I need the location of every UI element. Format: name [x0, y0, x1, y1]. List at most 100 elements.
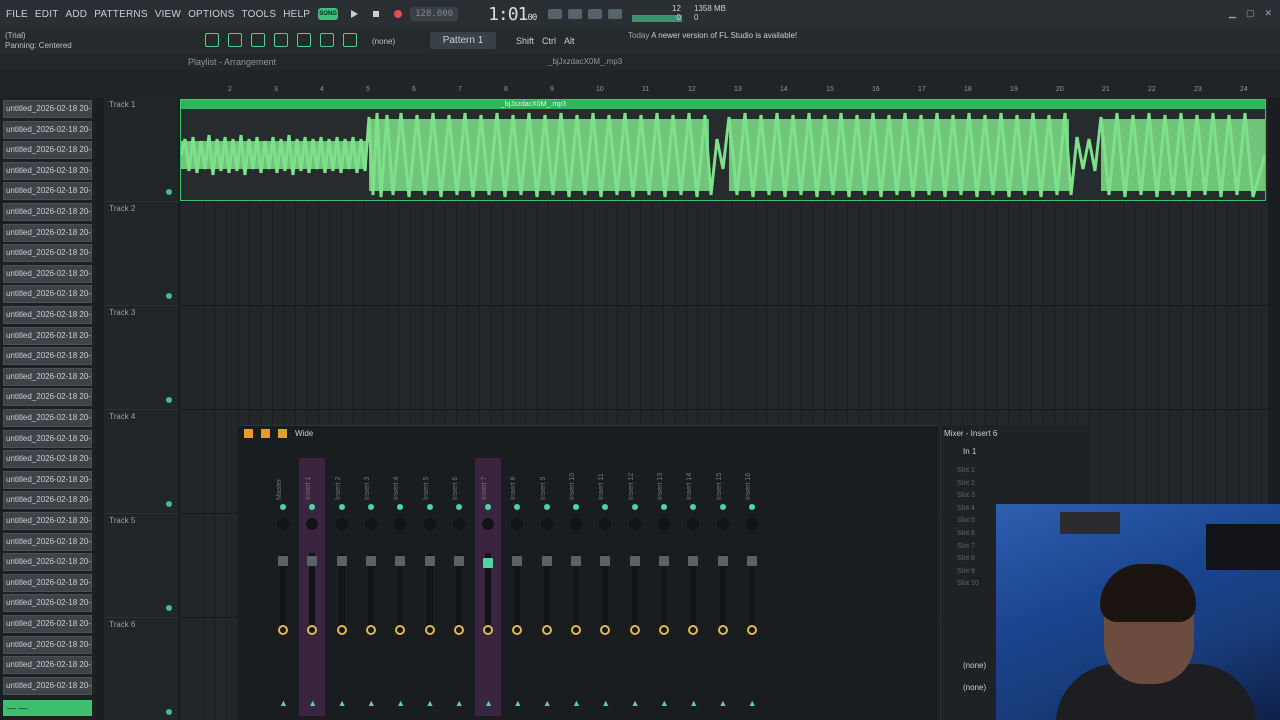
picker-item[interactable]: untitled_2026-02-18 20-	[3, 367, 92, 386]
channel-rack-icon[interactable]	[251, 33, 265, 47]
mixer-view-icon[interactable]	[278, 429, 287, 438]
effect-slot[interactable]: Slot 4	[957, 505, 975, 512]
effect-slot[interactable]: Slot 3	[957, 492, 975, 499]
track-header[interactable]: Track 3	[104, 306, 178, 410]
stereo-separation-knob[interactable]	[424, 625, 435, 635]
route-arrow-icon[interactable]: ▲	[279, 698, 288, 708]
mixer-strip[interactable]: Insert 8 ▲	[504, 458, 530, 716]
picker-item[interactable]: untitled_2026-02-18 20-	[3, 100, 92, 118]
volume-fader-cap[interactable]	[307, 556, 318, 566]
snap-selector[interactable]: (none)	[372, 37, 395, 46]
playlist-icon[interactable]	[205, 33, 219, 47]
mixer-strip[interactable]: Insert 6 ▲	[446, 458, 472, 716]
mixer-enable-led[interactable]	[748, 504, 755, 510]
picker-item[interactable]: untitled_2026-02-18 20-	[3, 429, 92, 448]
track-mute-led[interactable]	[166, 501, 172, 507]
mixer-strip[interactable]: Insert 16 ▲	[739, 458, 765, 716]
wait-input-icon[interactable]	[588, 9, 603, 19]
news-panel[interactable]: Today A newer version of FL Studio is av…	[628, 31, 797, 41]
volume-fader-cap[interactable]	[688, 556, 699, 566]
picker-item[interactable]: untitled_2026-02-18 20-	[3, 182, 92, 201]
stereo-separation-knob[interactable]	[746, 625, 757, 635]
mixer-strip[interactable]: Insert 14 ▲	[680, 458, 706, 716]
stereo-separation-knob[interactable]	[658, 625, 669, 635]
mixer-enable-led[interactable]	[338, 504, 345, 510]
pan-knob[interactable]	[657, 518, 670, 530]
volume-fader-cap[interactable]	[717, 556, 728, 566]
route-arrow-icon[interactable]: ▲	[689, 698, 698, 708]
menu-item-options[interactable]: OPTIONS	[188, 9, 234, 20]
pan-knob[interactable]	[306, 518, 319, 530]
pan-knob[interactable]	[599, 518, 612, 530]
picker-item[interactable]: untitled_2026-02-18 20-	[3, 615, 92, 633]
volume-fader-cap[interactable]	[336, 556, 347, 566]
picker-item[interactable]: untitled_2026-02-18 20-	[3, 512, 92, 530]
volume-fader-cap[interactable]	[395, 556, 406, 566]
pan-knob[interactable]	[716, 518, 729, 530]
mixer-strip[interactable]: Insert 3 ▲	[358, 458, 384, 716]
picker-item[interactable]: untitled_2026-02-18 20-	[3, 347, 92, 366]
picker-item[interactable]: untitled_2026-02-18 20-	[3, 491, 92, 510]
stop-icon[interactable]	[370, 8, 382, 20]
volume-fader-cap[interactable]	[746, 556, 757, 566]
menu-item-add[interactable]: ADD	[66, 9, 88, 20]
route-arrow-icon[interactable]: ▲	[601, 698, 610, 708]
mixer-layout-label[interactable]: Wide	[295, 429, 313, 438]
play-icon[interactable]	[348, 8, 360, 20]
track-header[interactable]: Track 5	[104, 514, 178, 618]
microphone-icon[interactable]	[343, 33, 357, 47]
mixer-strip[interactable]: Insert 11 ▲	[592, 458, 618, 716]
volume-fader-cap[interactable]	[365, 556, 376, 566]
mixer-strip[interactable]: Insert 1 ▲	[299, 458, 326, 716]
volume-fader-cap[interactable]	[278, 556, 288, 566]
pan-knob[interactable]	[511, 518, 524, 530]
picker-item[interactable]: untitled_2026-02-18 20-	[3, 450, 92, 469]
picker-item[interactable]: untitled_2026-02-18 20-	[3, 203, 92, 221]
stereo-separation-knob[interactable]	[336, 625, 347, 635]
menu-item-view[interactable]: VIEW	[155, 9, 181, 20]
picker-item[interactable]: untitled_2026-02-18 20-	[3, 635, 92, 654]
picker-item[interactable]: untitled_2026-02-18 20-	[3, 244, 92, 263]
audio-clip[interactable]: _bjJxzdacX0M_.mp3	[180, 99, 1266, 201]
pan-knob[interactable]	[570, 518, 582, 530]
tempo-display[interactable]: 128.000	[410, 7, 459, 21]
countdown-icon[interactable]	[608, 9, 623, 19]
route-arrow-icon[interactable]: ▲	[426, 698, 435, 708]
picker-item[interactable]: untitled_2026-02-18 20-	[3, 285, 92, 304]
track-header[interactable]: Track 2	[104, 202, 178, 306]
mixer-enable-led[interactable]	[514, 504, 521, 510]
effect-slot[interactable]: Slot 7	[957, 543, 975, 550]
pattern-selector[interactable]: Pattern 1	[430, 32, 496, 49]
menu-item-tools[interactable]: TOOLS	[241, 9, 276, 20]
plugin-icon[interactable]	[320, 33, 334, 47]
route-arrow-icon[interactable]: ▲	[513, 698, 522, 708]
route-arrow-icon[interactable]: ▲	[455, 698, 464, 708]
mixer-strip[interactable]: Insert 15 ▲	[710, 458, 736, 716]
menu-item-help[interactable]: HELP	[283, 9, 310, 20]
pan-knob[interactable]	[364, 518, 377, 530]
picker-item[interactable]: untitled_2026-02-18 20-	[3, 594, 92, 613]
track-mute-led[interactable]	[166, 709, 172, 715]
route-arrow-icon[interactable]: ▲	[719, 698, 728, 708]
stereo-separation-knob[interactable]	[483, 625, 494, 635]
mixer-enable-led[interactable]	[573, 504, 579, 510]
record-icon[interactable]	[392, 8, 404, 20]
picker-item[interactable]: untitled_2026-02-18 20-	[3, 676, 92, 695]
route-arrow-icon[interactable]: ▲	[572, 698, 581, 708]
route-arrow-icon[interactable]: ▲	[660, 698, 669, 708]
track-mute-led[interactable]	[166, 397, 172, 403]
picker-item[interactable]: untitled_2026-02-18 20-	[3, 223, 92, 242]
track-mute-led[interactable]	[166, 605, 172, 611]
picker-item[interactable]: untitled_2026-02-18 20-	[3, 553, 92, 572]
effect-slot[interactable]: Slot 6	[957, 530, 975, 537]
mixer-input-select[interactable]: In 1	[963, 447, 976, 456]
mixer-output-select-2[interactable]: (none)	[963, 683, 986, 692]
effect-slot[interactable]: Slot 1	[957, 467, 975, 474]
pan-knob[interactable]	[452, 518, 465, 530]
timeline-ruler[interactable]: 2 3 4 5 6 7 8 9 10 11 12 13 14 15 16 17 18 19 20 21 22 23 24	[180, 86, 1268, 98]
mixer-enable-led[interactable]	[485, 504, 492, 510]
volume-fader-cap[interactable]	[600, 556, 611, 566]
track-header[interactable]: Track 1	[104, 98, 178, 202]
mixer-enable-led[interactable]	[426, 504, 433, 510]
mixer-enable-led[interactable]	[397, 504, 404, 510]
